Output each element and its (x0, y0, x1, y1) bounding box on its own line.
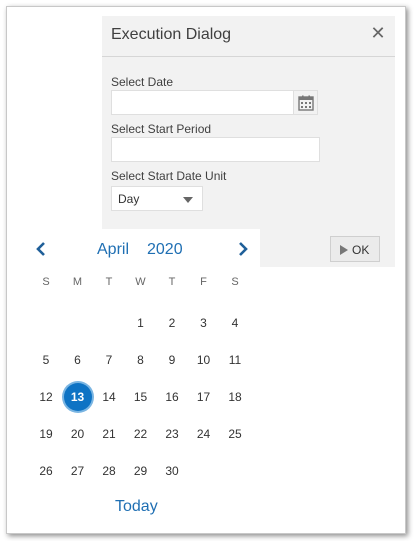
calendar-day[interactable]: 19 (30, 419, 62, 449)
calendar-day-label: 6 (74, 353, 81, 367)
calendar-day[interactable]: 22 (125, 419, 157, 449)
calendar-day-label: 13 (63, 383, 92, 411)
date-picker-button[interactable] (293, 90, 318, 115)
select-date-input[interactable] (111, 90, 294, 115)
calendar-day-label: 22 (133, 427, 148, 441)
calendar-month[interactable]: April (97, 241, 129, 259)
start-period-label: Select Start Period (111, 122, 212, 136)
calendar-day-label: 27 (70, 464, 85, 478)
calendar-day[interactable]: 21 (93, 419, 125, 449)
calendar-day-label: 12 (39, 390, 53, 404)
today-link[interactable]: Today (115, 498, 158, 516)
calendar-day-label: 11 (228, 353, 242, 367)
start-period-input[interactable] (111, 137, 320, 162)
weekday-label: T (105, 276, 113, 288)
calendar-day-label: 14 (102, 390, 116, 404)
calendar-day[interactable]: 24 (188, 419, 220, 449)
calendar-day[interactable]: 26 (30, 456, 62, 486)
chevron-right-icon[interactable] (236, 239, 250, 259)
calendar-day-label: 7 (105, 353, 113, 367)
calendar-day[interactable]: 2 (156, 308, 188, 338)
calendar-day-label: 5 (42, 353, 50, 367)
calendar-day[interactable]: 14 (93, 382, 125, 412)
weekday-label: W (135, 276, 146, 288)
calendar-day-label: 8 (137, 353, 144, 367)
window-frame: Execution Dialog ✕ Select Date Select St… (6, 6, 406, 534)
calendar-day-label: 24 (196, 427, 211, 441)
calendar-day[interactable]: 17 (188, 382, 220, 412)
weekday-label: F (200, 276, 207, 288)
start-date-unit-value: Day (118, 192, 140, 206)
calendar-day[interactable]: 16 (156, 382, 188, 412)
date-picker-calendar: April 2020 SMTWTFS 1 2 3 4 5 6 7 8 9 10 11 12 13 14 15… (25, 229, 260, 524)
calendar-day[interactable]: 23 (156, 419, 188, 449)
calendar-day-selected[interactable]: 13 (62, 382, 94, 412)
calendar-day-label: 23 (165, 427, 179, 441)
calendar-day[interactable]: 30 (156, 456, 188, 486)
calendar-day[interactable]: 20 (62, 419, 94, 449)
calendar-day-label: 9 (168, 353, 176, 367)
weekday-label: T (168, 276, 176, 288)
start-date-unit-select[interactable]: Day (111, 186, 203, 211)
calendar-day-label: 2 (168, 316, 176, 330)
calendar-day-label: 19 (39, 427, 53, 441)
calendar-day-label: 29 (133, 464, 148, 478)
calendar-day[interactable]: 1 (125, 308, 157, 338)
close-icon[interactable]: ✕ (369, 25, 387, 43)
calendar-day-label: 15 (133, 390, 148, 404)
calendar-day[interactable]: 7 (93, 345, 125, 375)
calendar-day[interactable]: 18 (219, 382, 251, 412)
calendar-day[interactable]: 27 (62, 456, 94, 486)
calendar-day[interactable]: 10 (188, 345, 220, 375)
calendar-day[interactable]: 8 (125, 345, 157, 375)
calendar-day-label: 3 (200, 316, 207, 330)
calendar-day-label: 16 (165, 390, 179, 404)
calendar-day-label: 10 (196, 353, 211, 367)
calendar-day[interactable]: 28 (93, 456, 125, 486)
calendar-day[interactable]: 9 (156, 345, 188, 375)
calendar-icon (298, 95, 314, 111)
ok-label: OK (352, 243, 370, 257)
ok-button[interactable]: OK (330, 236, 380, 262)
dialog-header: Execution Dialog ✕ (102, 16, 395, 57)
calendar-day[interactable]: 25 (219, 419, 251, 449)
weekday-label: M (72, 276, 83, 288)
calendar-day-label: 28 (102, 464, 116, 478)
calendar-day[interactable]: 15 (125, 382, 157, 412)
calendar-day-label: 30 (165, 464, 179, 478)
start-date-unit-label: Select Start Date Unit (111, 169, 227, 183)
calendar-day-label: 17 (196, 390, 211, 404)
calendar-day-label: 20 (70, 427, 85, 441)
calendar-day-label: 26 (39, 464, 53, 478)
calendar-day-label: 18 (228, 390, 242, 404)
chevron-down-icon (183, 197, 193, 203)
weekday-label: S (42, 276, 50, 288)
calendar-day-label: 1 (137, 316, 144, 330)
calendar-day-label: 21 (102, 427, 116, 441)
calendar-day-label: 25 (228, 427, 242, 441)
calendar-day[interactable]: 3 (188, 308, 220, 338)
calendar-day-label: 4 (231, 316, 239, 330)
calendar-day[interactable]: 4 (219, 308, 251, 338)
select-date-label: Select Date (111, 75, 174, 89)
calendar-day[interactable]: 6 (62, 345, 94, 375)
dialog-title: Execution Dialog (111, 26, 232, 43)
calendar-year[interactable]: 2020 (147, 241, 183, 259)
weekday-label: S (231, 276, 239, 288)
calendar-day[interactable]: 12 (30, 382, 62, 412)
calendar-day[interactable]: 11 (219, 345, 251, 375)
calendar-day[interactable]: 5 (30, 345, 62, 375)
chevron-left-icon[interactable] (34, 239, 48, 259)
play-icon (340, 245, 348, 255)
calendar-day[interactable]: 29 (125, 456, 157, 486)
